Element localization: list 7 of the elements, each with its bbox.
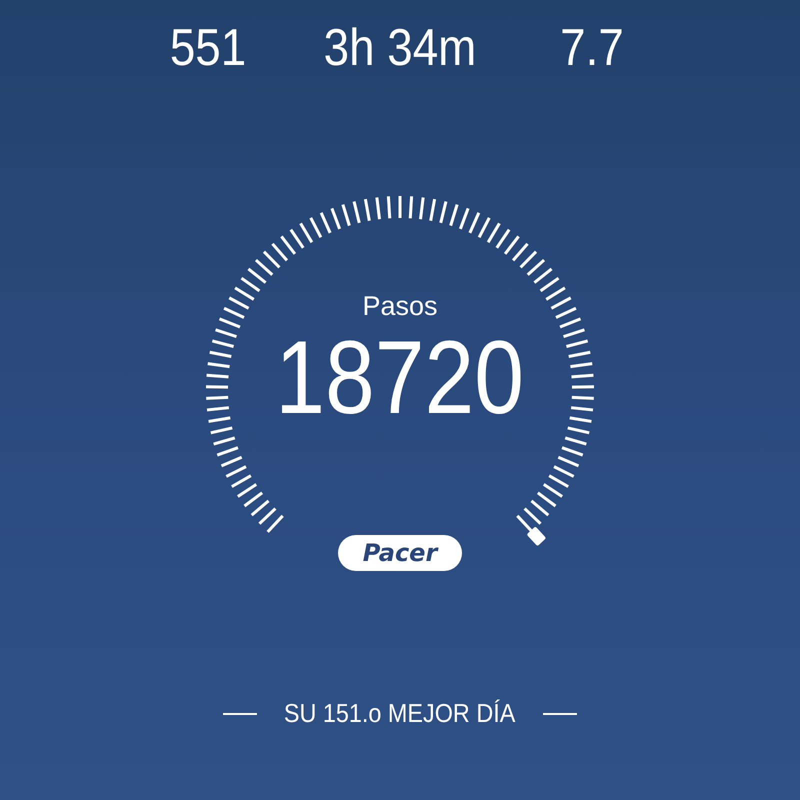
stat-value: 7.7 bbox=[559, 18, 625, 78]
best-day-text: SU 151.o MEJOR DÍA bbox=[284, 698, 516, 729]
logo: Pacer bbox=[338, 535, 462, 571]
stat-value: 3h 34m bbox=[322, 18, 478, 78]
steps-count: 18720 bbox=[276, 322, 524, 434]
steps-label: Pasos bbox=[362, 290, 438, 322]
stat-value: 551 bbox=[168, 18, 248, 78]
